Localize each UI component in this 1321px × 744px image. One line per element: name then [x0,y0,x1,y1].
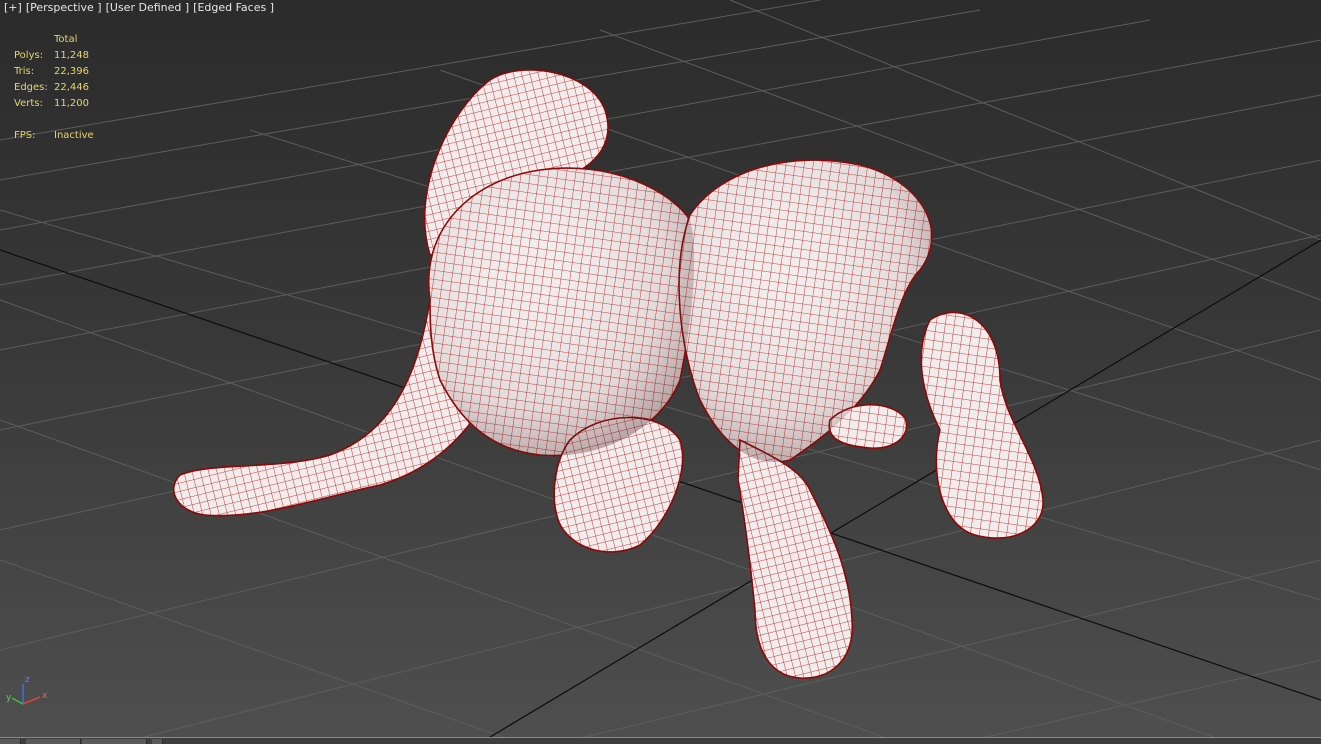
mesh-object[interactable] [173,69,1044,679]
axis-x-label: x [42,691,48,701]
perspective-viewport[interactable]: z x y [+] [Perspective ] [User Defined ]… [0,0,1321,744]
stats-spacer [14,112,94,128]
viewport-point-of-view-menu[interactable]: [Perspective ] [26,1,102,15]
bottom-tab[interactable] [152,739,163,744]
stats-label: Polys: [14,50,44,61]
stats-header: Total [54,34,78,45]
stats-row-polys: Polys: 11,248 [14,48,94,64]
stats-value: 11,200 [54,98,89,109]
viewport-display-menu[interactable]: [Edged Faces ] [193,1,274,15]
axis-gizmo: z x y [6,675,48,705]
stats-row-edges: Edges: 22,446 [14,80,94,96]
stats-value: 22,396 [54,66,89,77]
bottom-tab[interactable] [0,739,21,744]
stats-row-fps: FPS: Inactive [14,128,94,144]
stats-label: Verts: [14,98,43,109]
fps-label: FPS: [14,130,36,141]
bottom-tab[interactable] [26,739,81,744]
axis-y-label: y [6,693,12,703]
viewport-canvas[interactable]: z x y [0,0,1321,743]
viewport-label-bar: [+] [Perspective ] [User Defined ] [Edge… [4,1,274,15]
viewport-general-menu[interactable]: [+] [4,1,22,15]
bottom-tab[interactable] [82,739,147,744]
stats-row-verts: Verts: 11,200 [14,96,94,112]
stats-label: Tris: [14,66,35,77]
stats-label: Edges: [14,82,48,93]
stats-row-tris: Tris: 22,396 [14,64,94,80]
statistics-overlay: Total Polys: 11,248 Tris: 22,396 Edges: … [14,32,94,144]
viewport-shading-menu[interactable]: [User Defined ] [106,1,190,15]
axis-z-label: z [25,675,30,685]
stats-value: 11,248 [54,50,89,61]
stats-value: 22,446 [54,82,89,93]
fps-value: Inactive [54,130,94,141]
